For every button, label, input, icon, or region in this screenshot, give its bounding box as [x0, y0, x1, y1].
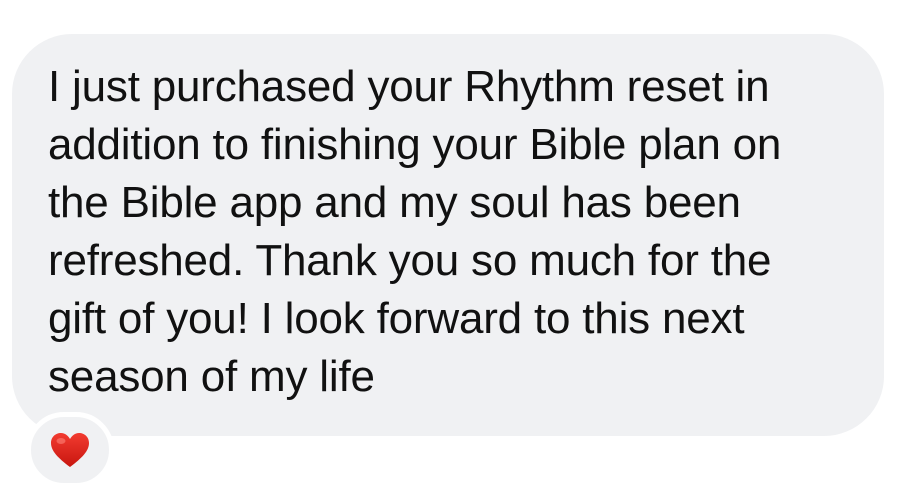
red-heart-icon — [51, 433, 89, 467]
message-line: the Bible app and my soul has been — [48, 178, 741, 227]
message-text: I just purchased your Rhythm reset in ad… — [48, 58, 868, 406]
message-line: I just purchased your Rhythm reset in — [48, 62, 770, 111]
message-line: gift of you! I look forward to this next — [48, 294, 745, 343]
message-line: refreshed. Thank you so much for the — [48, 236, 772, 285]
reaction-badge[interactable] — [26, 412, 114, 488]
message-line: addition to finishing your Bible plan on — [48, 120, 782, 169]
message-line: season of my life — [48, 352, 375, 401]
message-thread: I just purchased your Rhythm reset in ad… — [0, 0, 924, 501]
